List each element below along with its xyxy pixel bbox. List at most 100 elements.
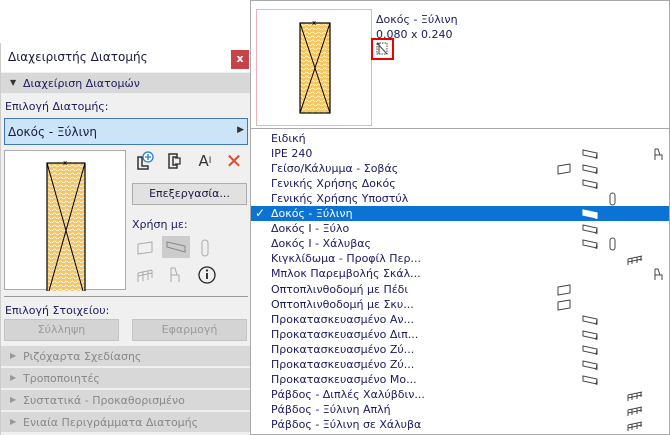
profile-list-item[interactable]: Γείσο/Κάλυμμα - Σοβάς (251, 161, 669, 176)
beam-icon (582, 164, 598, 175)
profile-list-item[interactable]: Ειδική (251, 131, 669, 146)
item-label: Δοκός - Ξύλινη (271, 207, 353, 221)
beam-icon (582, 239, 598, 250)
close-button[interactable]: x (231, 50, 249, 69)
section-label: Ενιαία Περιγράμματα Διατομής (23, 416, 199, 429)
expand-right-icon: ▶ (10, 351, 17, 360)
edit-button[interactable]: Επεξεργασία... (132, 183, 247, 205)
railing-icon (627, 255, 643, 266)
item-label: Προκατασκευασμένο Αν... (271, 312, 415, 326)
beam-icon (582, 209, 598, 220)
item-label: Γενικής Χρήσης Δοκός (271, 177, 396, 191)
section-outlines[interactable]: ▶ Ενιαία Περιγράμματα Διατομής (1, 412, 251, 433)
popup-profile-preview: x (256, 9, 372, 126)
new-profile-icon[interactable] (135, 151, 155, 171)
section-drawing-overlays[interactable]: ▶ Ριζόχαρτα Σχεδίασης (1, 346, 251, 367)
beam-icon (582, 330, 598, 340)
beam-icon (582, 360, 598, 370)
profile-list-item[interactable]: Ράβδος - Ξύλινη Απλή (251, 402, 669, 417)
item-label: Προκατασκευασμένο Διπ... (271, 327, 419, 341)
expand-right-icon: ▶ (10, 417, 17, 426)
profile-list-item[interactable]: Προκατασκευασμένο Μο... (251, 372, 669, 387)
beam-icon (582, 179, 598, 190)
capture-button[interactable]: Σύλληψη (4, 319, 119, 341)
rename-profile-icon[interactable]: AI (195, 151, 215, 171)
item-label: Προκατασκευασμένο Μο... (271, 372, 417, 386)
beam-icon (582, 224, 598, 235)
chevron-right-icon: ▶ (237, 125, 244, 135)
item-label: Μπλοκ Παρεμβολής Σκάλ... (271, 267, 421, 281)
use-with-label: Χρήση με: (132, 218, 188, 231)
object-icon (654, 268, 663, 281)
wall-toggle-icon[interactable] (135, 238, 155, 258)
profile-list-item[interactable]: Κιγκλίδωμα - Προφίλ Περ... (251, 251, 669, 266)
beam-icon (582, 149, 598, 160)
column-icon (609, 192, 616, 206)
section-label: Διαχείριση Διατομών (23, 77, 140, 90)
section-label: Συστατικά - Προκαθορισμένο (23, 394, 185, 407)
wall-icon (557, 283, 571, 296)
beam-icon (582, 314, 598, 325)
object-icon (654, 148, 663, 161)
profile-list-item[interactable]: Οπτοπλινθοδομή με Σκυ... (251, 297, 669, 312)
profile-list-item[interactable]: Μπλοκ Παρεμβολής Σκάλ... (251, 266, 669, 281)
wall-icon (557, 163, 571, 175)
profile-list-item[interactable]: Προκατασκευασμένο Ζύ... (251, 357, 669, 372)
section-label: Ριζόχαρτα Σχεδίασης (23, 350, 142, 363)
profile-list-item[interactable]: IPE 240 (251, 146, 669, 161)
expand-right-icon: ▶ (10, 373, 17, 382)
profile-list-item[interactable]: Ράβδος - Ξύλινη σε Χάλυβα (251, 417, 669, 432)
profile-list: Ειδική IPE 240 Γείσο/Κάλυμμα - Σοβάς Γενική… (251, 128, 670, 431)
expand-right-icon: ▶ (10, 395, 17, 404)
profile-list-item[interactable]: Γενικής Χρήσης Δοκός (251, 176, 669, 191)
column-toggle-icon[interactable] (195, 238, 215, 258)
profile-list-item[interactable]: Δοκός Ι - Χάλυβας (251, 236, 669, 251)
profile-list-item[interactable]: Δοκός Ι - Ξύλο (251, 221, 669, 236)
profile-dropdown[interactable]: Δοκός - Ξύλινη ▶ (4, 118, 248, 145)
section-profile-management[interactable]: ▼ Διαχείριση Διατομών (1, 73, 251, 94)
profile-list-item[interactable]: Προκατασκευασμένο Ζύ... (251, 342, 669, 357)
item-label: Δοκός Ι - Ξύλο (271, 222, 350, 236)
delete-profile-icon[interactable]: ✕ (224, 149, 244, 173)
wall-icon (557, 298, 571, 311)
object-toggle-icon[interactable] (165, 265, 185, 285)
profile-list-item[interactable]: Προκατασκευασμένο Διπ... (251, 327, 669, 342)
item-label: Δοκός Ι - Χάλυβας (271, 237, 372, 251)
profile-list-item[interactable]: Οπτοπλινθοδομή με Πέδι (251, 282, 669, 297)
item-label: Γενικής Χρήσης Υποστύλ (271, 192, 409, 206)
item-label: Οπτοπλινθοδομή με Πέδι (271, 282, 409, 296)
expand-down-icon: ▼ (10, 78, 17, 87)
duplicate-profile-icon[interactable] (165, 151, 185, 171)
item-label: Κιγκλίδωμα - Προφίλ Περ... (271, 252, 421, 266)
section-modifiers[interactable]: ▶ Τροποποιητές (1, 368, 251, 389)
title-bar: Διαχειριστής Διατομής x (1, 43, 251, 72)
popup-profile-name: Δοκός - Ξύλινη (376, 13, 458, 26)
profile-preview: x (4, 150, 126, 291)
railing-icon (627, 406, 643, 416)
profile-type-icon[interactable] (371, 38, 394, 60)
item-label: Ράβδος - Ξύλινη σε Χάλυβα (271, 417, 422, 431)
item-label: Γείσο/Κάλυμμα - Σοβάς (271, 162, 399, 176)
beam-icon (582, 375, 598, 385)
item-label: Ράβδος - Ξύλινη Απλή (271, 402, 391, 416)
beam-icon (582, 345, 598, 355)
profile-list-item[interactable]: ✓ Δοκός - Ξύλινη (251, 206, 669, 222)
item-label: IPE 240 (271, 147, 313, 161)
profile-picker-popup: x Δοκός - Ξύλινη 0.080 x 0.240 Ειδική IPE… (250, 0, 670, 435)
beam-toggle-active[interactable] (162, 236, 190, 258)
divider (4, 296, 248, 297)
info-icon[interactable] (197, 265, 217, 285)
item-label: Ειδική (271, 132, 306, 145)
railing-icon (627, 421, 643, 431)
checkmark-icon: ✓ (255, 206, 266, 221)
profile-list-item[interactable]: Ράβδος - Διπλές Χαλύβδιν... (251, 387, 669, 402)
railing-toggle-icon[interactable] (135, 265, 155, 285)
section-components[interactable]: ▶ Συστατικά - Προκαθορισμένο (1, 390, 251, 411)
column-icon (609, 237, 616, 251)
item-label: Ράβδος - Διπλές Χαλύβδιν... (271, 387, 425, 401)
profile-list-item[interactable]: Γενικής Χρήσης Υποστύλ (251, 191, 669, 206)
item-label: Προκατασκευασμένο Ζύ... (271, 342, 415, 356)
profile-list-item[interactable]: Προκατασκευασμένο Αν... (251, 312, 669, 327)
apply-button[interactable]: Εφαρμογή (132, 319, 247, 341)
panel-title: Διαχειριστής Διατομής (8, 50, 148, 64)
